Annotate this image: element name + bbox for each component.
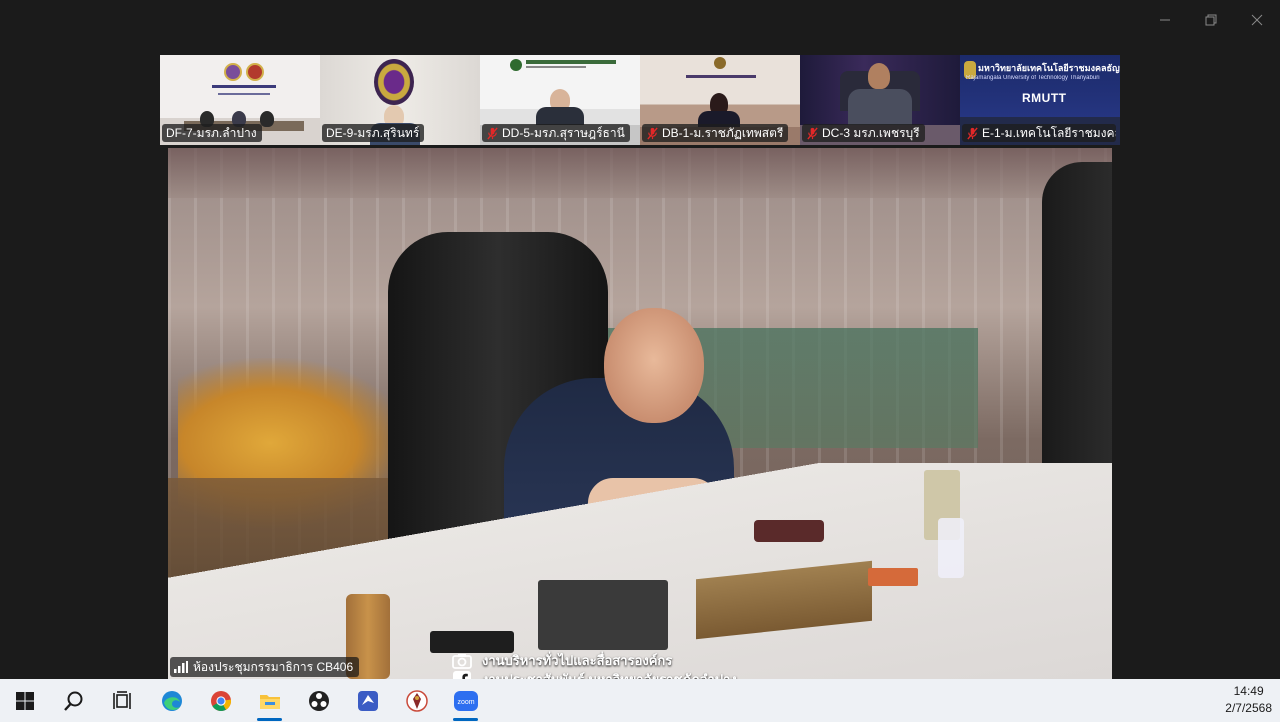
participant-tile[interactable]: DB-1-ม.ราชภัฏเทพสตรี: [640, 55, 800, 145]
room-name: ห้องประชุมกรรมาธิการ CB406: [193, 660, 354, 674]
system-clock[interactable]: 14:49 2/7/2568: [1225, 683, 1272, 717]
zoom-icon: zoom: [453, 690, 478, 711]
participant-tile[interactable]: DC-3 มรภ.เพชรบุรี: [800, 55, 960, 145]
start-button[interactable]: [0, 679, 49, 722]
participant-name: DF-7-มรภ.ลำปาง: [162, 124, 262, 142]
close-icon: [1251, 14, 1263, 26]
main-video[interactable]: ห้องประชุมกรรมาธิการ CB406 งานบริหารทั่ว…: [168, 148, 1112, 679]
participant-name: DC-3 มรภ.เพชรบุรี: [802, 124, 925, 142]
obs-button[interactable]: [294, 679, 343, 722]
participant-name: DB-1-ม.ราชภัฏเทพสตรี: [642, 124, 789, 142]
app-button[interactable]: [343, 679, 392, 722]
minimize-icon: [1160, 19, 1170, 21]
room-label: ห้องประชุมกรรมาธิการ CB406: [170, 657, 360, 677]
participant-gallery: DF-7-มรภ.ลำปาง DE-9-มรภ.สุรินทร์ DD-5-มร…: [160, 55, 1120, 145]
facebook-icon: [453, 670, 471, 679]
chrome-icon: [210, 690, 231, 711]
muted-mic-icon: [967, 126, 978, 140]
muted-mic-icon: [647, 126, 658, 140]
svg-text:zoom: zoom: [457, 699, 474, 706]
minimize-button[interactable]: [1142, 0, 1188, 40]
search-icon: [63, 691, 82, 711]
edge-icon: [161, 690, 182, 711]
tile-title-text: มหาวิทยาลัยเทคโนโลยีราชมงคลธัญบุรี: [978, 63, 1120, 73]
emblem-app-icon: [405, 689, 428, 712]
file-explorer-button[interactable]: [245, 679, 294, 722]
restore-icon: [1205, 14, 1217, 26]
zoom-button[interactable]: zoom: [441, 679, 490, 722]
muted-mic-icon: [807, 126, 818, 140]
close-button[interactable]: [1234, 0, 1280, 40]
rmutt-logo: RMUTT: [1022, 91, 1067, 105]
signal-strength-icon: [174, 661, 188, 673]
chair: [1042, 162, 1112, 492]
participant-tile[interactable]: DE-9-มรภ.สุรินทร์: [320, 55, 480, 145]
chrome-button[interactable]: [196, 679, 245, 722]
obs-icon: [308, 690, 329, 711]
credit-line-1: งานบริหารทั่วไปและสื่อสารองค์กร: [452, 650, 672, 671]
taskbar: zoom 14:49 2/7/2568: [0, 679, 1280, 722]
search-button[interactable]: [49, 679, 98, 722]
windows-start-icon: [15, 691, 34, 710]
participant-name: DE-9-มรภ.สุรินทร์: [322, 124, 425, 142]
muted-mic-icon: [487, 126, 498, 140]
emblem-app-button[interactable]: [392, 679, 441, 722]
task-view-button[interactable]: [98, 679, 147, 722]
clock-time: 14:49: [1233, 684, 1264, 698]
participant-tile[interactable]: DF-7-มรภ.ลำปาง: [160, 55, 320, 145]
window-controls: [1142, 0, 1280, 40]
tile-subtitle-text: Rajamangala University of Technology Tha…: [966, 75, 1100, 81]
edge-button[interactable]: [147, 679, 196, 722]
clock-date: 2/7/2568: [1225, 701, 1272, 715]
file-explorer-icon: [259, 694, 280, 709]
participant-tile[interactable]: DD-5-มรภ.สุราษฎร์ธานี: [480, 55, 640, 145]
participant-name: DD-5-มรภ.สุราษฎร์ธานี: [482, 124, 630, 142]
participant-name: E-1-ม.เทคโนโลยีราชมงคล...: [962, 124, 1116, 142]
credit-line-2: งานประชาสัมพันธ์ มหาวิทยาลัยราชภัฏลำปาง: [452, 669, 737, 679]
camera-icon: [452, 653, 472, 669]
app-icon: [357, 690, 378, 711]
participant-tile[interactable]: มหาวิทยาลัยเทคโนโลยีราชมงคลธัญบุรี Rajam…: [960, 55, 1120, 145]
restore-button[interactable]: [1188, 0, 1234, 40]
task-view-icon: [112, 690, 131, 709]
